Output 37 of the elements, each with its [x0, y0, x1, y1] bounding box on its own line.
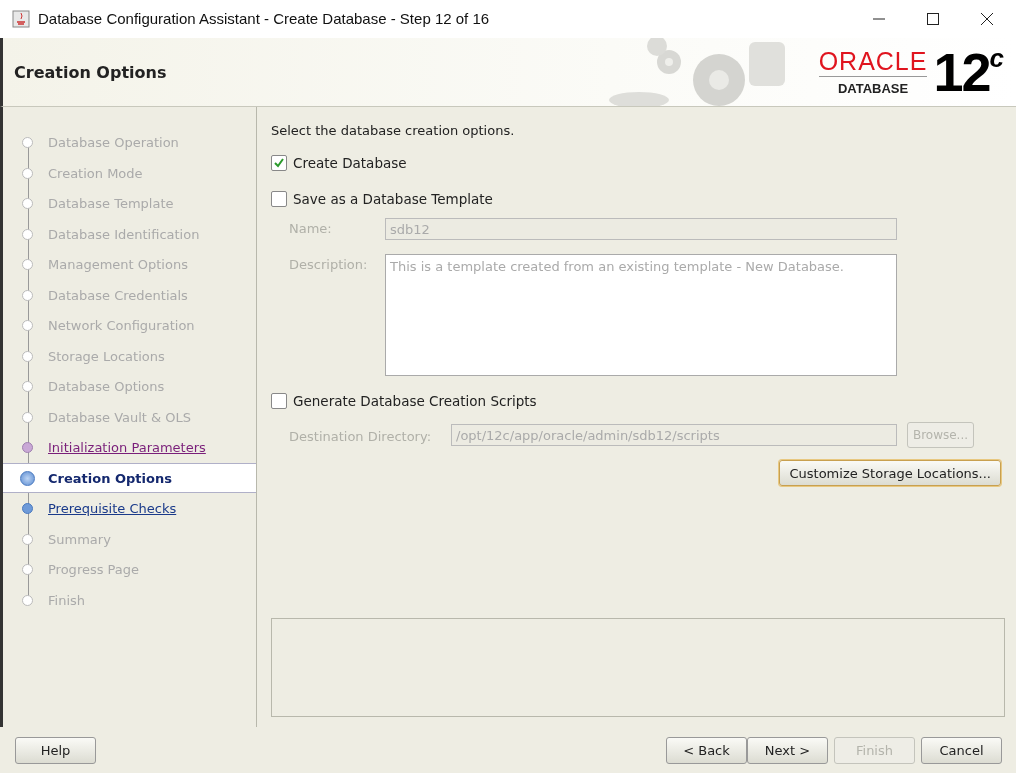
step-item[interactable]: Storage Locations: [3, 340, 256, 372]
instruction-text: Select the database creation options.: [271, 123, 516, 139]
page-title: Creation Options: [13, 62, 168, 82]
step-item[interactable]: Creation Mode: [3, 157, 256, 189]
step-item[interactable]: Progress Page: [3, 554, 256, 585]
step-item[interactable]: Network Configuration: [3, 310, 256, 341]
version-number: 12$^{c}$: [933, 45, 1002, 99]
app-icon: [12, 9, 30, 28]
name-label: Name:: [289, 220, 333, 239]
step-item[interactable]: Finish: [3, 584, 256, 616]
step-item[interactable]: Initialization Parameters: [3, 432, 256, 463]
wizard-button[interactable]: Next >: [747, 736, 828, 764]
description-label: Description:: [289, 256, 369, 275]
step-item[interactable]: Database Vault & OLS: [3, 401, 256, 433]
customize-storage-button[interactable]: Customize Storage Locations...: [779, 460, 1001, 487]
help-button[interactable]: Help: [15, 736, 96, 764]
generate-scripts-checkbox[interactable]: Generate Database Creation Scripts: [271, 390, 537, 413]
save-template-checkbox[interactable]: Save as a Database Template: [271, 188, 493, 211]
step-item[interactable]: Database Options: [3, 371, 256, 402]
step-item[interactable]: Prerequisite Checks: [3, 493, 256, 524]
step-item[interactable]: Management Options: [3, 249, 256, 280]
step-item[interactable]: Database Identification: [3, 218, 256, 250]
step-item[interactable]: Database Credentials: [3, 279, 256, 311]
close-icon[interactable]: [980, 11, 994, 26]
check-icon: [273, 157, 285, 170]
step-item[interactable]: Database Template: [3, 188, 256, 219]
wizard-button[interactable]: Cancel: [921, 736, 1002, 764]
product-name: DATABASE: [837, 80, 909, 96]
window-title: Database Configuration Assistant - Create Database - Step 12 of 16: [38, 10, 491, 28]
destination-label: Destination Directory:: [289, 428, 433, 445]
create-database-checkbox[interactable]: Create Database: [271, 152, 407, 175]
maximize-icon[interactable]: [926, 11, 940, 26]
step-item[interactable]: Database Operation: [3, 127, 256, 158]
wizard-button[interactable]: < Back: [666, 736, 747, 764]
brand-logo-text: ORACLE: [818, 48, 928, 77]
step-item[interactable]: Creation Options: [3, 462, 256, 494]
step-item[interactable]: Summary: [3, 523, 256, 555]
